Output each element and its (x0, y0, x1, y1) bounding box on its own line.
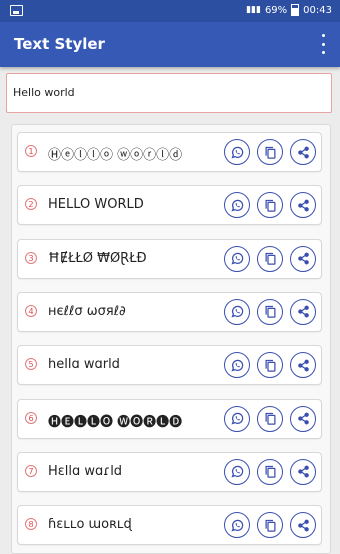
whatsapp-icon (230, 304, 245, 319)
styled-text: 🅗🅔🅛🅛🅞 🅦🅞🅡🅛🅓 (48, 414, 183, 430)
share-button[interactable] (290, 245, 316, 272)
text-input-container (6, 73, 332, 113)
battery-percent: 69% (264, 4, 288, 16)
share-icon (296, 145, 311, 160)
text-input[interactable] (13, 86, 313, 99)
copy-button[interactable] (257, 298, 283, 325)
whatsapp-icon (230, 411, 245, 426)
whatsapp-icon (230, 198, 245, 213)
copy-button[interactable] (257, 405, 283, 432)
style-number: 5 (25, 358, 37, 371)
styled-text: ɦɛʟʟօ աօʀʟɖ (48, 517, 132, 533)
whatsapp-icon (230, 464, 245, 479)
share-icon (296, 411, 311, 426)
style-row[interactable]: 1 Ⓗⓔⓛⓛⓞ ⓦⓞⓡⓛⓓ (17, 132, 322, 172)
copy-button[interactable] (257, 512, 283, 539)
copy-icon (263, 145, 278, 160)
share-icon (296, 518, 311, 533)
whatsapp-icon (230, 251, 245, 266)
style-row[interactable]: 5 hellɑ wɑrld (17, 345, 322, 386)
whatsapp-share-button[interactable] (224, 245, 250, 272)
clock: 00:43 (303, 4, 332, 16)
signal-icon: ▮▮▮ (246, 5, 261, 15)
styled-text: HELLO WORLD (48, 197, 144, 213)
styled-text: ĦɆŁŁØ ₩ØⱤŁĐ (48, 250, 147, 266)
copy-icon (263, 411, 278, 426)
status-icons: ▮▮▮ 69% 00:43 (246, 4, 332, 16)
styled-text: Ⓗⓔⓛⓛⓞ ⓦⓞⓡⓛⓓ (48, 148, 183, 163)
share-button[interactable] (290, 352, 316, 379)
copy-icon (263, 358, 278, 373)
whatsapp-share-button[interactable] (224, 298, 250, 325)
copy-icon (263, 198, 278, 213)
styled-text: hellɑ wɑrld (48, 357, 120, 373)
style-row[interactable]: 7 Hɛllɑ wɑɾld (17, 451, 322, 492)
style-number: 6 (25, 411, 37, 424)
whatsapp-share-button[interactable] (224, 352, 250, 379)
copy-button[interactable] (257, 352, 283, 379)
share-button[interactable] (290, 512, 316, 539)
copy-button[interactable] (257, 458, 283, 485)
image-notification-icon (10, 5, 23, 16)
style-row[interactable]: 2 HELLO WORLD (17, 185, 322, 226)
style-row[interactable]: 8 ɦɛʟʟօ աօʀʟɖ (17, 505, 322, 546)
style-number: 4 (25, 304, 37, 317)
share-icon (296, 304, 311, 319)
copy-icon (263, 251, 278, 266)
whatsapp-share-button[interactable] (224, 405, 250, 432)
share-icon (296, 198, 311, 213)
style-row[interactable]: 4 нєℓℓσ ωσяℓ∂ (17, 291, 322, 332)
app-title: Text Styler (14, 35, 105, 53)
style-number: 7 (25, 464, 37, 477)
whatsapp-share-button[interactable] (224, 192, 250, 219)
copy-button[interactable] (257, 139, 283, 165)
whatsapp-icon (230, 145, 245, 160)
styled-text: Hɛllɑ wɑɾld (48, 463, 123, 479)
status-bar: ▮▮▮ 69% 00:43 (0, 0, 340, 22)
whatsapp-share-button[interactable] (224, 139, 250, 165)
battery-icon (291, 4, 300, 16)
whatsapp-share-button[interactable] (224, 512, 250, 539)
share-button[interactable] (290, 192, 316, 219)
copy-icon (263, 304, 278, 319)
share-button[interactable] (290, 405, 316, 432)
style-row[interactable]: 3 ĦɆŁŁØ ₩ØⱤŁĐ (17, 238, 322, 279)
whatsapp-share-button[interactable] (224, 458, 250, 485)
share-button[interactable] (290, 139, 316, 165)
style-number: 1 (25, 145, 37, 157)
share-button[interactable] (290, 458, 316, 485)
whatsapp-icon (230, 358, 245, 373)
share-icon (296, 251, 311, 266)
styled-text: нєℓℓσ ωσяℓ∂ (48, 303, 126, 319)
overflow-menu-icon[interactable] (320, 34, 326, 54)
copy-icon (263, 518, 278, 533)
share-icon (296, 464, 311, 479)
style-number: 3 (25, 251, 37, 264)
style-row[interactable]: 6 🅗🅔🅛🅛🅞 🅦🅞🅡🅛🅓 (17, 398, 322, 439)
share-icon (296, 358, 311, 373)
copy-icon (263, 464, 278, 479)
copy-button[interactable] (257, 245, 283, 272)
copy-button[interactable] (257, 192, 283, 219)
style-number: 8 (25, 518, 37, 531)
style-number: 2 (25, 198, 37, 211)
whatsapp-icon (230, 518, 245, 533)
share-button[interactable] (290, 298, 316, 325)
app-bar: Text Styler (0, 22, 340, 67)
